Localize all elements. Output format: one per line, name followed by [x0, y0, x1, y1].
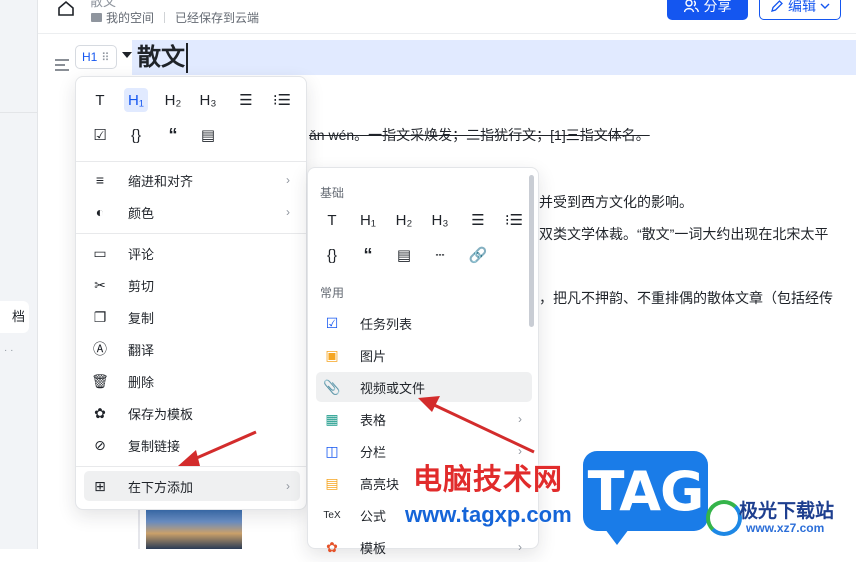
annotation-arrow-right	[431, 402, 535, 454]
watermark-url: www.tagxp.com	[405, 502, 572, 527]
site-url: www.xz7.com	[746, 521, 825, 535]
watermark-title: 电脑技术网	[413, 464, 564, 496]
annotation-arrowhead-right	[418, 396, 440, 412]
aurora-logo-icon	[706, 500, 742, 536]
site-name: 极光下载站	[739, 501, 835, 522]
annotation-arrow-left	[191, 430, 257, 462]
tag-logo: TAG	[583, 451, 708, 545]
annotation-arrowhead-left	[178, 450, 200, 466]
